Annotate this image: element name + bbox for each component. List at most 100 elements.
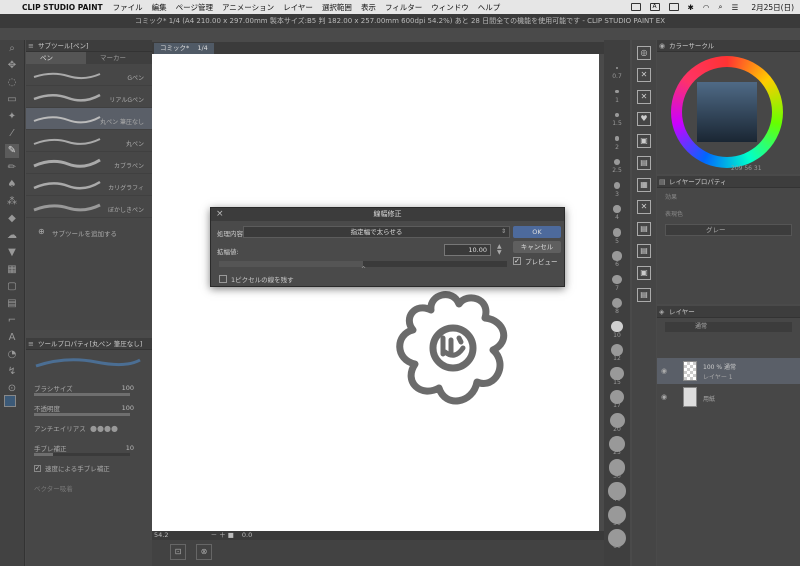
layer-row[interactable]: ◉ 用紙 [657,384,800,410]
text-tool-icon[interactable]: A [5,331,19,345]
brush-tool-icon[interactable]: ♠ [5,178,19,192]
folder-panel-icon[interactable]: ▤ [637,156,651,170]
brush-size-dot[interactable] [614,112,620,118]
heart-panel-icon[interactable]: ♥ [637,112,651,126]
opacity-value[interactable]: 100 [122,404,134,412]
zoom-controls[interactable]: － ＋ ■ [211,531,234,539]
menu-page[interactable]: ページ管理 [176,2,213,13]
wifi-icon[interactable]: ◠ [703,3,710,12]
gradient-tool-icon[interactable]: ▦ [5,263,19,277]
control-center-icon[interactable]: ☰ [732,3,739,12]
brush-item[interactable]: 丸ペン [26,130,152,152]
brush-size-dot[interactable] [611,297,623,309]
input-source-icon[interactable]: A [649,3,660,11]
bluetooth-icon[interactable]: ✱ [688,3,694,12]
layer-row[interactable]: ◉ 100 % 通常 レイヤー 1 [657,358,800,384]
brush-size-slider[interactable] [34,393,130,396]
stabilization-row[interactable]: 手ブレ補正 10 [26,438,152,458]
brush-item[interactable]: Gペン [26,64,152,86]
app-status-icon[interactable] [630,3,641,11]
navigator-panel-icon[interactable]: ◎ [637,46,651,60]
eye-icon[interactable]: ◉ [661,367,667,375]
menu-selection[interactable]: 選択範囲 [322,2,352,13]
move-tool-icon[interactable]: ✥ [5,59,19,73]
brush-size-dot[interactable] [614,136,620,141]
camera-panel-icon[interactable]: ▣ [637,266,651,280]
brush-size-dot[interactable] [614,159,620,165]
eye-icon[interactable]: ◉ [661,393,667,401]
brush-size-dot[interactable] [612,251,622,261]
brush-item[interactable]: カブラペン [26,152,152,174]
magic-wand-icon[interactable]: ✦ [5,110,19,124]
speed-checkbox[interactable]: ✓ [34,464,41,472]
layer-property-icon[interactable]: ▤ [659,178,667,186]
stabilization-value[interactable]: 10 [126,444,134,452]
file-panel-icon[interactable]: ▤ [637,288,651,302]
grid-panel-icon[interactable]: ✕ [637,68,651,82]
main-color-swatch[interactable] [4,395,16,407]
process-select[interactable]: 指定幅で太らせる ⇕ [243,226,510,238]
material-panel-icon[interactable]: ▣ [637,134,651,148]
color-wheel[interactable] [671,56,783,168]
expand-value-input[interactable]: 10.00 [444,244,491,256]
zoom-value[interactable]: 54.2 [154,531,168,539]
balloon-tool-icon[interactable]: ◔ [5,348,19,362]
app-name-menu[interactable]: CLIP STUDIO PAINT [22,3,103,12]
expression-color-select[interactable]: グレー [665,224,792,236]
menu-help[interactable]: ヘルプ [478,2,501,13]
battery-icon[interactable] [668,3,679,11]
color-panel-icon[interactable]: ◉ [659,42,667,50]
ok-button[interactable]: OK [513,226,561,238]
keep-1px-toggle[interactable]: 1ピクセルの線を残す [219,274,294,284]
airbrush-tool-icon[interactable]: ⁂ [5,195,19,209]
expand-stepper[interactable]: ▲ ▼ [497,244,502,256]
close-icon[interactable]: × [216,208,224,221]
pen-tool-icon[interactable]: ✎ [5,144,19,158]
brush-size-row[interactable]: ブラシサイズ 100 [26,378,152,398]
navigator-icon[interactable]: ⊗ [196,544,212,560]
brush-size-dot[interactable] [613,182,621,189]
ruler-tool-icon[interactable]: ⌐ [5,314,19,328]
preview-checkbox[interactable]: ✓ [513,257,521,265]
menu-filter[interactable]: フィルター [385,2,422,13]
saturation-value-square[interactable] [697,82,757,142]
fill-tool-icon[interactable]: ▼ [5,246,19,260]
keep-1px-checkbox[interactable] [219,275,227,283]
auto-action-icon[interactable]: ▤ [637,244,651,258]
cancel-button[interactable]: キャンセル [513,241,561,253]
stabilization-slider[interactable] [34,453,130,456]
zoom-lens-icon[interactable]: ⊙ [5,382,19,396]
brush-size-value[interactable]: 100 [122,384,134,392]
brush-size-dot[interactable] [612,228,622,237]
selection-tool-icon[interactable]: ▭ [5,93,19,107]
figure-tool-icon[interactable]: ▢ [5,280,19,294]
antialias-row[interactable]: アンチエイリアス ●●●● [26,418,152,438]
brush-item[interactable]: カリグラフィ [26,174,152,196]
preview-toggle[interactable]: ✓ プレビュー [513,256,558,266]
vector-snap-row[interactable]: ベクター吸着 [26,478,152,498]
sub-view-icon[interactable]: ✕ [637,200,651,214]
zoom-tool-icon[interactable]: ⌕ [5,42,19,56]
brush-item[interactable]: ぼかしきペン [26,196,152,218]
brush-size-dot[interactable] [615,66,619,70]
slider-knob[interactable]: ^ [361,266,366,273]
opacity-slider[interactable] [34,413,130,416]
history-panel-icon[interactable]: ✕ [637,90,651,104]
tab-marker[interactable]: マーカー [86,52,146,64]
menu-view[interactable]: 表示 [361,2,376,13]
lasso-tool-icon[interactable]: ◌ [5,76,19,90]
menu-edit[interactable]: 編集 [152,2,167,13]
menu-icon[interactable]: ≡ [28,42,36,50]
menu-file[interactable]: ファイル [113,2,143,13]
menubar-date[interactable]: 2月25日(日) [751,2,794,13]
canvas[interactable] [152,54,599,531]
tab-pen[interactable]: ペン [26,52,86,64]
brush-size-dot[interactable] [612,274,622,285]
brush-item-selected[interactable]: 丸ペン 筆圧なし [26,108,152,130]
layer-panel-icon[interactable]: ◈ [659,308,667,316]
blend-mode-select[interactable]: 通常 [665,322,792,332]
layer-search-icon[interactable]: ▤ [637,222,651,236]
menu-window[interactable]: ウィンドウ [431,2,469,13]
tab-comic[interactable]: コミック* 1/4 [154,43,214,54]
frame-tool-icon[interactable]: ▤ [5,297,19,311]
